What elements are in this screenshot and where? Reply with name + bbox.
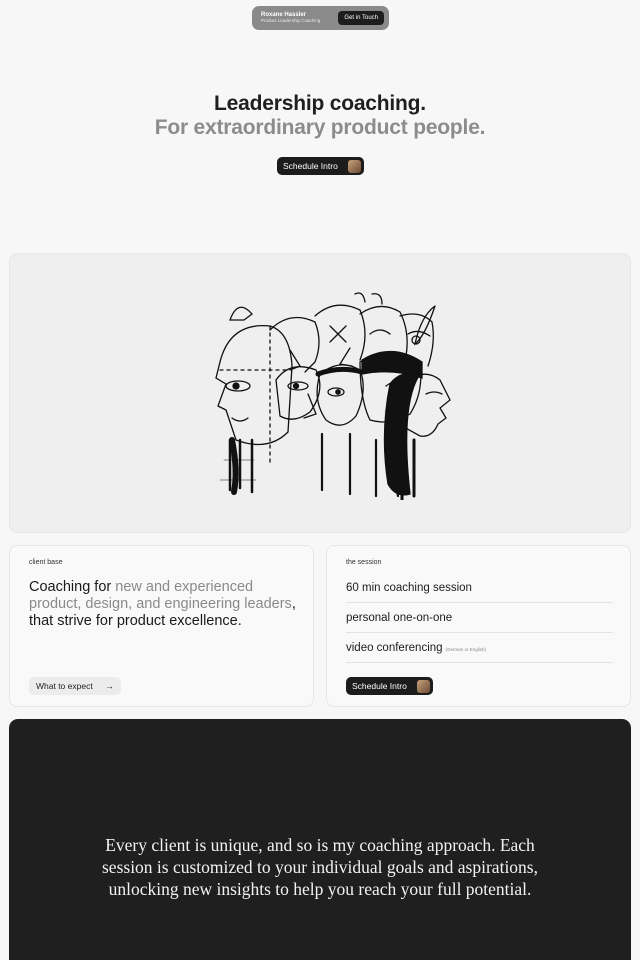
what-to-expect-button[interactable]: What to expect →	[29, 677, 121, 695]
top-nav: Roxane Hassler Product Leadership Coachi…	[252, 6, 389, 30]
get-in-touch-button[interactable]: Get in Touch	[338, 11, 384, 25]
session-item-format: personal one-on-one	[346, 603, 613, 633]
hero-title: Leadership coaching.	[214, 92, 426, 115]
approach-quote: Every client is unique, and so is my coa…	[102, 835, 538, 899]
schedule-intro-label: Schedule Intro	[352, 681, 407, 691]
arrow-right-icon: →	[105, 681, 115, 691]
faces-illustration	[215, 292, 451, 500]
session-item-text: 60 min coaching session	[346, 581, 472, 594]
session-item-medium: video conferencing (German or English)	[346, 633, 613, 663]
schedule-intro-button-secondary[interactable]: Schedule Intro	[346, 677, 433, 695]
session-item-duration: 60 min coaching session	[346, 573, 613, 603]
illustration-card	[9, 253, 631, 533]
brand[interactable]: Roxane Hassler Product Leadership Coachi…	[261, 12, 320, 24]
session-item-text: video conferencing	[346, 641, 443, 654]
avatar	[348, 159, 361, 173]
brand-tagline: Product Leadership Coaching	[261, 18, 321, 24]
session-item-note: (German or English)	[445, 646, 487, 652]
what-to-expect-label: What to expect	[36, 681, 93, 691]
client-base-card: client base Coaching for new and experie…	[9, 545, 314, 707]
client-base-text: Coaching for new and experienced product…	[29, 579, 299, 630]
session-card: the session 60 min coaching session pers…	[326, 545, 631, 707]
session-label: the session	[346, 559, 382, 566]
session-list: 60 min coaching session personal one-on-…	[346, 573, 613, 663]
avatar	[417, 679, 430, 693]
schedule-intro-button[interactable]: Schedule Intro	[277, 157, 364, 175]
client-text-part1: Coaching for	[29, 579, 116, 595]
approach-section: Every client is unique, and so is my coa…	[9, 719, 631, 960]
hero-subtitle: For extraordinary product people.	[154, 116, 486, 139]
client-base-label: client base	[29, 559, 63, 566]
schedule-intro-label: Schedule Intro	[283, 161, 338, 171]
session-item-text: personal one-on-one	[346, 611, 453, 624]
